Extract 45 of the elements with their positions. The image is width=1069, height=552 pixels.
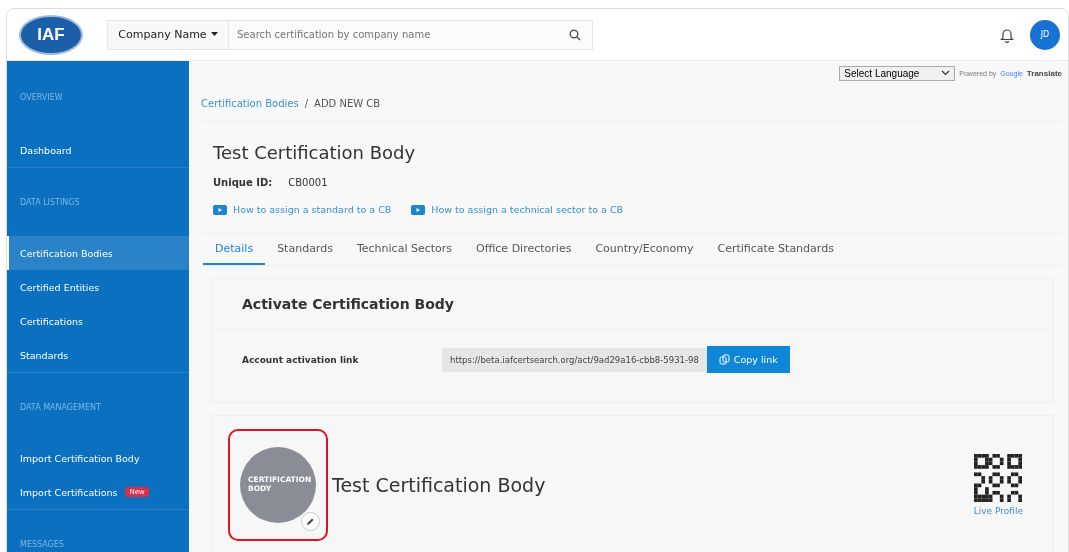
- sidebar-heading: MESSAGES: [20, 539, 64, 549]
- language-select[interactable]: Select Language: [839, 65, 956, 81]
- help-link[interactable]: How to assign a technical sector to a CB: [431, 204, 624, 215]
- breadcrumb-link[interactable]: Certification Bodies: [201, 97, 299, 109]
- profile-name: Test Certification Body: [332, 474, 546, 496]
- tab[interactable]: Details: [203, 234, 266, 265]
- field-label: Account activation link: [242, 354, 360, 365]
- edit-icon[interactable]: [301, 512, 320, 531]
- live-profile-link[interactable]: Live Profile: [973, 506, 1023, 516]
- sidebar-item[interactable]: Import Certification Body: [7, 441, 189, 475]
- video-icon: [213, 204, 227, 215]
- bell-icon[interactable]: [1000, 26, 1014, 43]
- translate-text: Translate: [1026, 68, 1062, 78]
- sidebar-heading: DATA MANAGEMENT: [20, 402, 101, 412]
- video-icon: [411, 204, 426, 215]
- sidebar-item[interactable]: Certification Bodies: [7, 236, 189, 270]
- sidebar-item[interactable]: Certified Entities: [7, 270, 189, 304]
- search-icon: [569, 28, 581, 41]
- card-title: Activate Certification Body: [212, 279, 1053, 330]
- chevron-icon: [941, 70, 951, 76]
- breadcrumb-current: ADD NEW CB: [314, 97, 381, 109]
- tab[interactable]: Standards: [265, 234, 345, 265]
- sidebar-item[interactable]: Certifications: [7, 304, 189, 338]
- copy-link-button[interactable]: Copy link: [706, 346, 790, 373]
- activation-link-field[interactable]: https://beta.iafcertsearch.org/act/9ad29a16-cbb8-5931-98: [442, 347, 707, 372]
- sidebar-item[interactable]: Standards: [7, 338, 189, 372]
- copy-icon: [718, 354, 730, 365]
- search-field[interactable]: Search certification by company name: [229, 19, 593, 50]
- tab[interactable]: Country/Economy: [583, 234, 706, 265]
- tab[interactable]: Certificate Standards: [705, 234, 846, 265]
- unique-id-label: Unique ID:: [213, 177, 273, 188]
- sidebar-item[interactable]: Dashboard: [7, 133, 189, 167]
- company-dropdown[interactable]: Company Name: [107, 19, 229, 50]
- breadcrumb-separator: /: [304, 97, 309, 109]
- help-link[interactable]: How to assign a standard to a CB: [233, 204, 392, 215]
- sidebar-heading: DATA LISTINGS: [20, 197, 80, 207]
- tab[interactable]: Office Directories: [464, 234, 584, 265]
- user-avatar[interactable]: JD: [1030, 19, 1060, 50]
- page-title: Test Certification Body: [213, 142, 417, 163]
- unique-id-value: CB0001: [288, 177, 328, 188]
- tab[interactable]: Technical Sectors: [344, 234, 465, 265]
- caret-icon: [210, 32, 218, 37]
- logo[interactable]: IAF: [19, 14, 83, 55]
- qr-code-icon[interactable]: [974, 454, 1023, 502]
- sidebar-heading: OVERVIEW: [20, 92, 63, 102]
